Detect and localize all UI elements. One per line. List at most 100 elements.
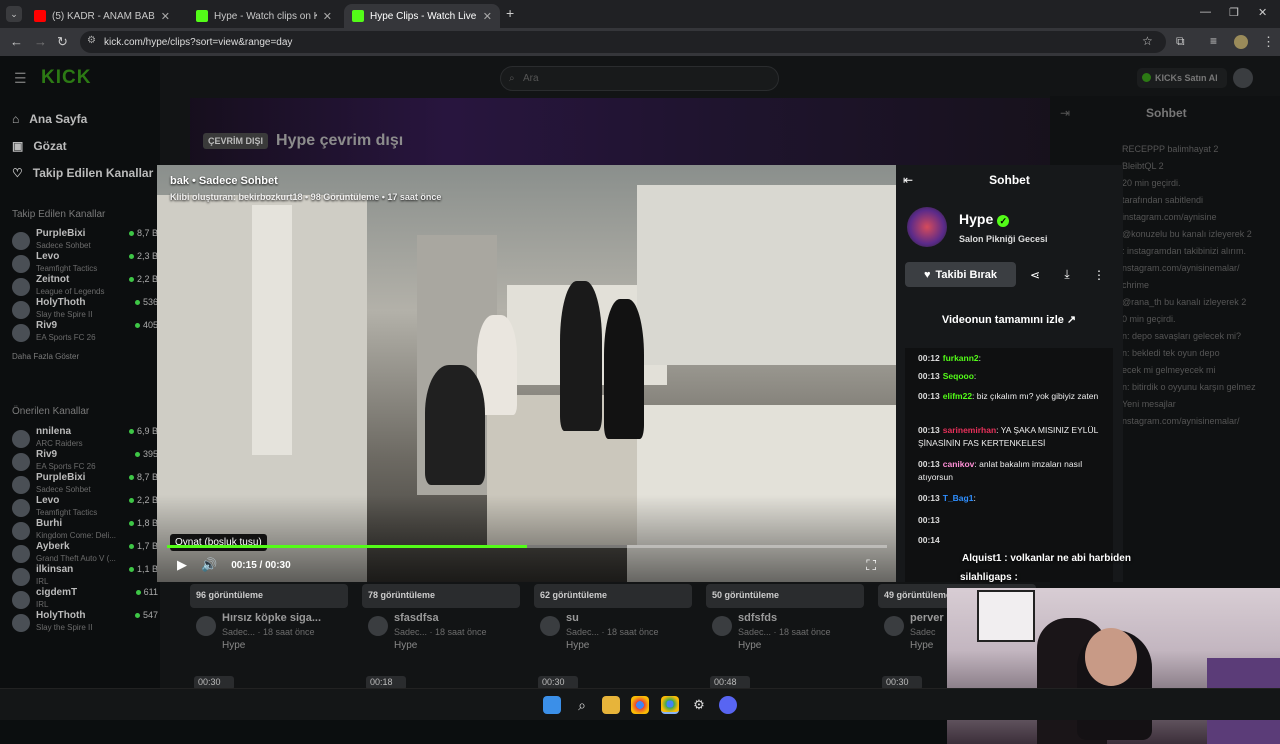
nav-browse[interactable]: ▣ Gözat: [12, 139, 67, 153]
channel-name: PurpleBixi: [36, 228, 86, 239]
chat-time: 00:13: [918, 425, 940, 435]
clip-card[interactable]: 62 görüntüleme su Sadec... · 18 saat önce H…: [534, 584, 692, 651]
forward-icon[interactable]: →: [34, 34, 47, 49]
chrome-active-icon[interactable]: [661, 696, 679, 714]
extensions-icon[interactable]: ⧉: [1176, 34, 1185, 49]
channel-category: ARC Raiders: [36, 439, 83, 448]
browser-tab-hype-clips[interactable]: Hype Clips - Watch Live on Kick ✕: [344, 4, 500, 28]
file-explorer-icon[interactable]: [602, 696, 620, 714]
right-chat-line: 0 min geçirdi.: [1122, 314, 1176, 324]
heart-icon: ♡: [12, 166, 23, 180]
viewer-count: 395: [135, 449, 158, 459]
channel-avatar[interactable]: [907, 207, 947, 247]
right-chat-line: RECEPPP balimhayat 2: [1122, 144, 1219, 154]
avatar[interactable]: [196, 616, 216, 636]
profile-avatar[interactable]: [1234, 35, 1248, 49]
new-tab-button[interactable]: +: [506, 5, 514, 21]
unfollow-button[interactable]: ♥ Takibi Bırak: [905, 262, 1016, 287]
chat-message: 00:14: [918, 534, 1108, 547]
avatar: [12, 545, 30, 563]
search-icon[interactable]: ⌕: [573, 696, 591, 714]
chat-username[interactable]: sarinemirhan: [943, 425, 996, 435]
settings-icon[interactable]: ⚙: [690, 696, 708, 714]
chat-time: 00:13: [918, 371, 940, 381]
channel-category: Kingdom Come: Deli...: [36, 531, 116, 540]
tab-search-button[interactable]: ⌄: [6, 6, 22, 22]
clip-card[interactable]: 96 görüntüleme Hırsız köpke siga... Sadec.…: [190, 584, 348, 651]
avatar[interactable]: [884, 616, 904, 636]
windows-start-icon[interactable]: [543, 696, 561, 714]
avatar[interactable]: [540, 616, 560, 636]
clip-card-title[interactable]: su: [566, 612, 579, 624]
watch-full-video-button[interactable]: Videonun tamamını izle ↗: [905, 313, 1113, 333]
clip-card-owner[interactable]: Hype: [738, 640, 761, 651]
kicks-buy-label: KICKs Satın Al: [1155, 73, 1218, 83]
chrome-icon[interactable]: [631, 696, 649, 714]
site-info-icon[interactable]: ⚙: [87, 35, 96, 46]
person-figure: [604, 299, 644, 439]
reload-icon[interactable]: ↻: [57, 34, 68, 50]
sidebar-channel[interactable]: Riv9 EA Sports FC 26 405: [12, 320, 158, 346]
chat-username[interactable]: T_Bag1: [943, 493, 974, 503]
close-icon[interactable]: ✕: [161, 10, 170, 23]
channel-name[interactable]: Hype ✓: [959, 211, 1010, 227]
clip-card[interactable]: 50 görüntüleme sdfsfds Sadec... · 18 saat …: [706, 584, 864, 651]
chat-username[interactable]: elifm22: [943, 391, 972, 401]
avatar[interactable]: [368, 616, 388, 636]
search-input[interactable]: ⌕ Ara: [500, 66, 779, 91]
window-close-icon[interactable]: ✕: [1258, 6, 1267, 19]
stream-chat-overlay-line: Alquist1 : volkanlar ne abi harbiden: [962, 553, 1131, 564]
collapse-chat-icon[interactable]: ⇥: [1060, 106, 1070, 120]
hamburger-icon[interactable]: ☰: [14, 70, 27, 87]
play-icon[interactable]: ▶: [177, 557, 187, 573]
clip-card-title[interactable]: perver: [910, 612, 944, 624]
kicks-buy-button[interactable]: KICKs Satın Al: [1137, 68, 1227, 88]
user-avatar[interactable]: [1233, 68, 1253, 88]
minimize-icon[interactable]: —: [1200, 6, 1211, 18]
volume-icon[interactable]: 🔊: [201, 557, 217, 573]
video-progress-bar[interactable]: [167, 545, 887, 548]
viewer-count: 1,7 B: [129, 541, 158, 551]
clip-card[interactable]: 78 görüntüleme sfasdfsa Sadec... · 18 saat…: [362, 584, 520, 651]
clip-card-owner[interactable]: Hype: [566, 640, 589, 651]
fullscreen-icon[interactable]: ⛶: [866, 557, 876, 574]
clip-card-owner[interactable]: Hype: [910, 640, 933, 651]
avatar: [12, 522, 30, 540]
download-icon[interactable]: ⤓: [1055, 262, 1079, 287]
clip-video-player[interactable]: bak • Sadece Sohbet Klibi oluşturan: bek…: [157, 165, 896, 582]
kick-logo[interactable]: KICK: [41, 67, 91, 89]
show-more-link[interactable]: Daha Fazla Göster: [12, 352, 79, 361]
discord-icon[interactable]: [719, 696, 737, 714]
more-options-icon[interactable]: ⋮: [1087, 262, 1111, 287]
reading-list-icon[interactable]: ≡: [1210, 34, 1217, 48]
close-icon[interactable]: ✕: [323, 10, 332, 23]
restore-icon[interactable]: ❐: [1229, 6, 1239, 19]
browser-tab-kick-clips[interactable]: Hype - Watch clips on Kick ✕: [188, 4, 340, 28]
clip-card-title[interactable]: sdfsfds: [738, 612, 777, 624]
right-chat-line: n: bitirdik o oyyunu karşın gelmez: [1122, 382, 1256, 392]
chat-username[interactable]: furkann2: [943, 353, 979, 363]
clip-card-owner[interactable]: Hype: [394, 640, 417, 651]
avatar[interactable]: [712, 616, 732, 636]
nav-home[interactable]: ⌂ Ana Sayfa: [12, 112, 87, 126]
chat-username[interactable]: canikov: [943, 459, 975, 469]
browser-tab-youtube[interactable]: (5) KADR - ANAM BABAM (Offi ✕: [26, 4, 178, 28]
channel-name: cigdemT: [36, 587, 78, 598]
clip-card-title[interactable]: sfasdfsa: [394, 612, 439, 624]
close-icon[interactable]: ✕: [483, 10, 492, 23]
chat-username[interactable]: Seqooo: [943, 371, 974, 381]
clip-card-owner[interactable]: Hype: [222, 640, 245, 651]
avatar: [12, 278, 30, 296]
url-input[interactable]: ⚙ kick.com/hype/clips?sort=view&range=da…: [80, 31, 1166, 53]
menu-kebab-icon[interactable]: ⋮: [1262, 34, 1275, 50]
webcam-overlay: [947, 588, 1280, 744]
back-icon[interactable]: ←: [10, 34, 23, 49]
video-time: 00:15 / 00:30: [231, 559, 291, 571]
avatar: [12, 591, 30, 609]
bookmark-star-icon[interactable]: ☆: [1142, 34, 1153, 48]
sidebar-channel[interactable]: HolyThoth Slay the Spire II 547: [12, 610, 158, 636]
share-icon[interactable]: ⋖: [1023, 262, 1047, 287]
nav-following[interactable]: ♡ Takip Edilen Kanallar: [12, 166, 153, 180]
clip-creator[interactable]: bekirbozkurt18: [239, 192, 303, 202]
clip-card-title[interactable]: Hırsız köpke siga...: [222, 612, 321, 624]
